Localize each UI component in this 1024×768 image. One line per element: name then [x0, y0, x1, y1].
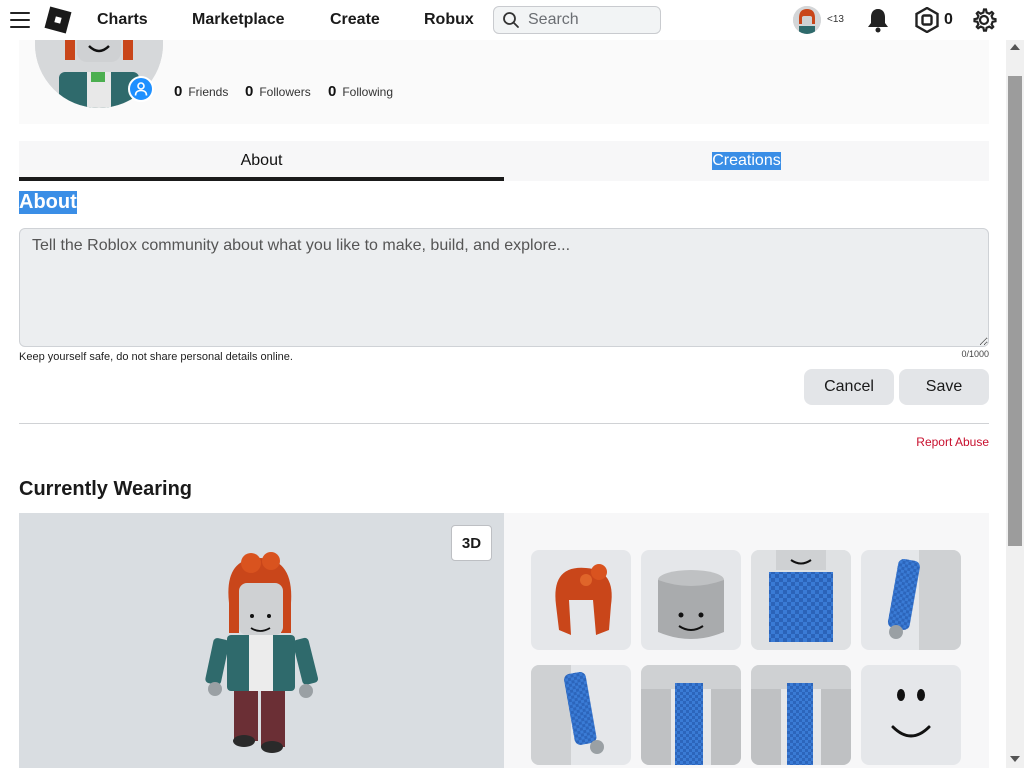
cancel-button[interactable]: Cancel — [804, 369, 894, 405]
page-scrollbar[interactable] — [1006, 40, 1024, 768]
search-box[interactable] — [493, 6, 661, 34]
following-count: 0 — [328, 83, 337, 100]
friends-label: Friends — [188, 85, 229, 99]
save-button[interactable]: Save — [899, 369, 989, 405]
followers-label: Followers — [259, 85, 311, 99]
wearing-item-head[interactable] — [641, 550, 741, 650]
scroll-down-arrow-icon[interactable] — [1010, 756, 1020, 762]
avatar-preview[interactable] — [19, 513, 504, 768]
about-heading: About — [19, 191, 77, 214]
age-badge: <13 — [827, 14, 844, 25]
wearing-item-left-arm[interactable] — [531, 665, 631, 765]
hair-item-icon — [555, 564, 612, 635]
wearing-item-left-leg[interactable] — [641, 665, 741, 765]
tab-about-label: About — [240, 152, 283, 169]
scroll-up-arrow-icon[interactable] — [1010, 44, 1020, 50]
nav-link-create[interactable]: Create — [330, 11, 380, 29]
shirt-item-icon — [751, 550, 851, 650]
top-navigation-bar: Charts Marketplace Create Robux <13 0 — [0, 0, 1024, 40]
head-item-icon — [658, 570, 724, 639]
followers-count: 0 — [245, 83, 254, 100]
robux-icon[interactable] — [914, 7, 940, 33]
left-arm-item-icon — [531, 665, 604, 765]
settings-gear-icon[interactable] — [971, 7, 997, 33]
face-item-icon — [891, 689, 931, 738]
about-textarea[interactable] — [19, 228, 989, 347]
tab-about[interactable]: About — [19, 141, 504, 181]
followers-stat[interactable]: 0 Followers — [245, 83, 311, 100]
search-icon — [503, 12, 519, 28]
profile-header: 0 Friends 0 Followers 0 Following — [19, 0, 989, 124]
left-leg-item-icon — [641, 665, 741, 765]
roblox-logo-icon[interactable] — [44, 6, 72, 34]
wearing-item-right-arm[interactable] — [861, 550, 961, 650]
robux-balance: 0 — [944, 11, 953, 28]
scrollbar-thumb[interactable] — [1008, 76, 1022, 546]
wearing-item-shirt[interactable] — [751, 550, 851, 650]
avatar-figure — [205, 552, 319, 753]
menu-icon[interactable] — [10, 12, 30, 28]
friends-stat[interactable]: 0 Friends — [174, 83, 228, 100]
following-label: Following — [342, 85, 394, 99]
character-count: 0/1000 — [961, 349, 989, 359]
currently-wearing-heading: Currently Wearing — [19, 478, 192, 500]
search-input[interactable] — [528, 11, 648, 29]
right-arm-item-icon — [887, 550, 961, 650]
wearing-item-hair[interactable] — [531, 550, 631, 650]
wearing-item-face[interactable] — [861, 665, 961, 765]
nav-link-marketplace[interactable]: Marketplace — [192, 11, 285, 29]
wearing-items-grid — [504, 513, 989, 768]
following-stat[interactable]: 0 Following — [328, 83, 393, 100]
toggle-3d-button[interactable]: 3D — [451, 525, 492, 561]
section-divider — [19, 423, 989, 424]
right-leg-item-icon — [751, 665, 851, 765]
tab-creations[interactable]: Creations — [504, 141, 989, 181]
wearing-item-right-leg[interactable] — [751, 665, 851, 765]
nav-link-robux[interactable]: Robux — [424, 11, 474, 29]
user-icon — [134, 82, 148, 96]
profile-tabs: About Creations — [19, 141, 989, 181]
user-avatar[interactable] — [793, 6, 821, 34]
friends-count: 0 — [174, 83, 183, 100]
report-abuse-link[interactable]: Report Abuse — [916, 435, 989, 449]
safety-note: Keep yourself safe, do not share persona… — [19, 351, 293, 363]
tab-creations-label: Creations — [712, 152, 781, 170]
notifications-bell-icon[interactable] — [866, 7, 890, 33]
active-tab-indicator — [19, 177, 504, 181]
profile-status-badge — [128, 76, 154, 102]
nav-link-charts[interactable]: Charts — [97, 11, 148, 29]
